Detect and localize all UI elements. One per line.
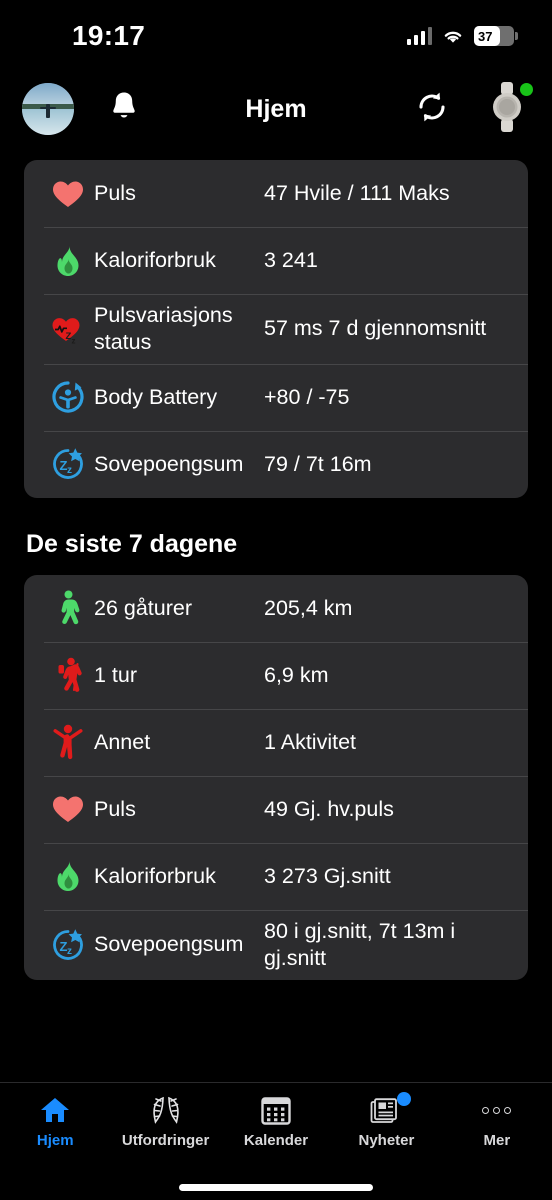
main-content: Puls 47 Hvile / 111 Maks Kaloriforbruk 3… — [0, 146, 552, 1082]
tab-label: Kalender — [243, 1132, 309, 1149]
other-activity-icon — [42, 724, 94, 760]
stat-value: 79 / 7t 16m — [264, 451, 372, 476]
svg-text:z: z — [67, 465, 72, 476]
home-indicator[interactable] — [0, 1174, 552, 1200]
stat-value: 47 Hvile / 111 Maks — [264, 181, 450, 206]
stat-value: +80 / -75 — [264, 384, 350, 409]
laurel-wreath-icon — [148, 1095, 184, 1125]
stat-value: 1 Aktivitet — [264, 729, 357, 754]
avatar[interactable] — [22, 83, 74, 135]
wifi-icon — [441, 27, 465, 45]
stat-row-pulsvariasjons-status[interactable]: Z z Pulsvariasjons status 57 ms 7 d gjen… — [24, 294, 528, 364]
walking-icon — [42, 590, 94, 626]
tab-utfordringer[interactable]: Utfordringer — [110, 1095, 220, 1149]
tab-label: Hjem — [36, 1132, 74, 1149]
nav-actions — [410, 81, 533, 137]
stat-label: Sovepoengsum — [94, 451, 244, 476]
stat-label: 1 tur — [94, 662, 138, 687]
body-battery-icon — [42, 380, 94, 414]
battery-percent-label: 37 — [478, 28, 493, 44]
bottom-tab-bar: Hjem Utfordringer Kalender Nyheter Mer — [0, 1082, 552, 1174]
calendar-icon — [261, 1095, 291, 1125]
status-bar-clock: 19:17 — [72, 20, 146, 51]
stat-row-puls-7d[interactable]: Puls 49 Gj. hv.puls — [24, 775, 528, 843]
stat-row-gaturer[interactable]: 26 gåturer 205,4 km — [24, 575, 528, 642]
hrv-heart-sleep-icon: Z z — [42, 312, 94, 346]
tab-label: Utfordringer — [121, 1132, 210, 1149]
stat-value: 57 ms 7 d gjennomsnitt — [264, 316, 487, 341]
app-screen: 19:17 37 Hjem Puls 47 Hvile / 111 Maks K… — [0, 0, 552, 1200]
stat-label: Annet — [94, 729, 151, 754]
stat-label: Kaloriforbruk — [94, 863, 216, 888]
stat-row-sovepoengsum-7d[interactable]: Z z Sovepoengsum 80 i gj.snitt, 7t 13m i… — [24, 909, 528, 980]
tab-hjem[interactable]: Hjem — [0, 1095, 110, 1149]
home-indicator-bar — [179, 1183, 373, 1191]
stat-value: 80 i gj.snitt, 7t 13m i gj.snitt — [264, 918, 456, 970]
tab-nyheter[interactable]: Nyheter — [331, 1092, 441, 1149]
stat-label: Pulsvariasjons status — [94, 303, 233, 354]
stat-value: 6,9 km — [264, 662, 329, 687]
news-badge — [397, 1092, 412, 1106]
stat-row-annet[interactable]: Annet 1 Aktivitet — [24, 708, 528, 776]
flame-icon — [42, 245, 94, 277]
notifications-button[interactable] — [102, 85, 146, 133]
stat-label: Puls — [94, 181, 136, 206]
tab-label: Mer — [483, 1132, 511, 1149]
news-icon — [370, 1092, 412, 1125]
sleep-score-icon: Z z — [42, 447, 94, 481]
stat-label: Sovepoengsum — [94, 932, 244, 957]
more-dots-icon — [482, 1095, 512, 1125]
today-stats-card: Puls 47 Hvile / 111 Maks Kaloriforbruk 3… — [24, 160, 528, 498]
cellular-signal-icon — [406, 27, 432, 45]
sync-button[interactable] — [410, 87, 454, 131]
sleep-score-icon: Z z — [42, 928, 94, 962]
tab-kalender[interactable]: Kalender — [221, 1095, 331, 1149]
stat-value: 205,4 km — [264, 595, 353, 620]
bell-icon — [109, 90, 139, 128]
heart-icon — [42, 179, 94, 209]
battery-icon: 37 — [474, 26, 518, 46]
device-connected-indicator — [520, 83, 533, 96]
device-button[interactable] — [484, 81, 533, 137]
home-icon — [39, 1095, 71, 1125]
stat-row-kaloriforbruk[interactable]: Kaloriforbruk 3 241 — [24, 227, 528, 294]
status-bar: 19:17 37 — [0, 0, 552, 72]
stat-label: Body Battery — [94, 384, 218, 409]
heart-icon — [42, 794, 94, 824]
stat-row-tur[interactable]: 1 tur 6,9 km — [24, 641, 528, 709]
stat-value: 49 Gj. hv.puls — [264, 796, 394, 821]
sync-icon — [413, 88, 451, 131]
flame-icon — [42, 860, 94, 892]
hiking-icon — [42, 657, 94, 693]
watch-icon — [490, 81, 524, 137]
stat-label: Puls — [94, 796, 136, 821]
status-bar-indicators: 37 — [406, 26, 518, 46]
stat-label: Kaloriforbruk — [94, 248, 216, 273]
top-nav-bar: Hjem — [0, 72, 552, 146]
svg-text:z: z — [67, 946, 72, 957]
tab-label: Nyheter — [358, 1132, 415, 1149]
stat-label: 26 gåturer — [94, 595, 193, 620]
stat-row-body-battery[interactable]: Body Battery +80 / -75 — [24, 363, 528, 431]
section-title-last-seven-days: De siste 7 dagene — [26, 529, 238, 558]
stat-row-puls[interactable]: Puls 47 Hvile / 111 Maks — [24, 160, 528, 227]
last-seven-days-card: 26 gåturer 205,4 km 1 tur 6,9 km Annet 1… — [24, 574, 528, 980]
stat-row-sovepoengsum[interactable]: Z z Sovepoengsum 79 / 7t 16m — [24, 430, 528, 498]
stat-row-kaloriforbruk-7d[interactable]: Kaloriforbruk 3 273 Gj.snitt — [24, 842, 528, 910]
svg-text:z: z — [72, 336, 76, 345]
stat-value: 3 241 — [264, 248, 318, 273]
stat-value: 3 273 Gj.snitt — [264, 863, 391, 888]
tab-mer[interactable]: Mer — [442, 1095, 552, 1149]
